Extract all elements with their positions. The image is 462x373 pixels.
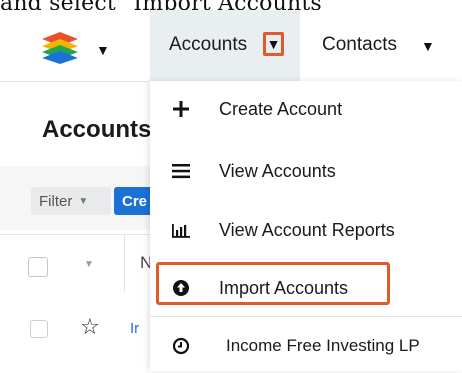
menu-divider (150, 316, 462, 317)
column-divider (124, 235, 125, 292)
accounts-dropdown-caret-icon[interactable]: ▼ (263, 32, 284, 56)
select-all-checkbox[interactable] (28, 257, 48, 277)
nav-tab-contacts[interactable]: Contacts (322, 34, 397, 56)
filter-button[interactable]: Filter ▼ (31, 187, 111, 215)
filter-label: Filter (39, 192, 73, 210)
mass-actions-caret-icon[interactable]: ▼ (84, 259, 94, 270)
logo-icon (42, 32, 78, 64)
contacts-caret-icon[interactable]: ▼ (421, 38, 435, 54)
menu-item-label: Create Account (219, 98, 343, 119)
accounts-dropdown-menu: Create Account View Accounts View Accoun… (150, 81, 462, 371)
menu-item-view-account-reports[interactable]: View Account Reports (150, 203, 462, 257)
page-title: Accounts (42, 116, 152, 143)
logo-menu[interactable]: ▼ (38, 30, 128, 64)
row-checkbox[interactable] (30, 320, 48, 338)
menu-item-view-accounts[interactable]: View Accounts (150, 144, 462, 198)
menu-item-label: View Accounts (219, 160, 336, 181)
menu-item-create-account[interactable]: Create Account (150, 82, 462, 136)
nav-tab-accounts[interactable]: Accounts ▼ (150, 10, 300, 81)
row-name-link[interactable]: Ir (130, 320, 139, 337)
clock-icon (168, 334, 194, 358)
plus-icon (168, 97, 194, 121)
nav-accounts-label: Accounts (169, 34, 248, 55)
star-icon[interactable]: ☆ (80, 314, 100, 340)
menu-item-label: Income Free Investing LP (226, 336, 420, 355)
import-highlight-box (156, 262, 390, 305)
menu-item-label: View Account Reports (219, 219, 395, 240)
create-button[interactable]: Cre (114, 187, 154, 215)
logo-caret-icon: ▼ (96, 42, 110, 58)
bar-chart-icon (168, 218, 194, 242)
menu-item-recent-account[interactable]: Income Free Investing LP (150, 319, 462, 373)
list-icon (168, 159, 194, 183)
top-navbar: ▼ Accounts ▼ Contacts ▼ (0, 10, 462, 82)
filter-caret-icon: ▼ (78, 195, 89, 207)
